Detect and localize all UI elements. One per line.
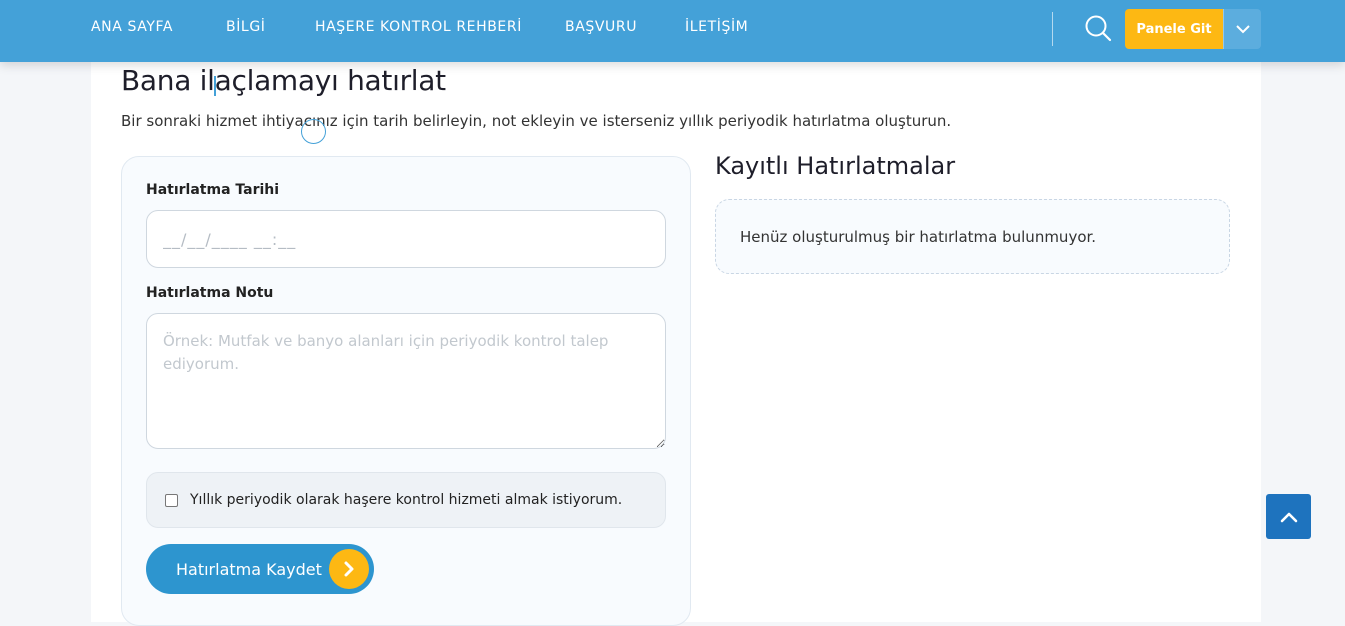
nav-divider: [1052, 12, 1053, 46]
note-field-label: Hatırlatma Notu: [146, 285, 274, 301]
date-field-label: Hatırlatma Tarihi: [146, 182, 280, 198]
top-navbar: ANA SAYFA BİLGİ HAŞERE KONTROL REHBERİ B…: [0, 0, 1345, 62]
text-cursor-icon: [214, 76, 216, 96]
page-title: Bana ilaçlamayı hatırlat: [121, 64, 446, 97]
yearly-reminder-label: Yıllık periyodik olarak haşere kontrol h…: [190, 492, 623, 508]
panel-button-group: Panele Git: [1125, 9, 1261, 49]
nav-item-contact[interactable]: İLETİŞİM: [685, 0, 748, 54]
saved-reminders-title: Kayıtlı Hatırlatmalar: [715, 152, 956, 180]
nav-item-application[interactable]: BAŞVURU: [565, 0, 637, 54]
yearly-reminder-checkbox[interactable]: [165, 493, 178, 507]
scroll-to-top-button[interactable]: [1266, 494, 1311, 539]
empty-state-text: Henüz oluşturulmuş bir hatırlatma bulunm…: [740, 227, 1097, 246]
yearly-reminder-row[interactable]: Yıllık periyodik olarak haşere kontrol h…: [146, 472, 666, 528]
nav-item-pest-guide[interactable]: HAŞERE KONTROL REHBERİ: [315, 0, 522, 54]
nav-item-home[interactable]: ANA SAYFA: [91, 0, 173, 54]
save-reminder-label: Hatırlatma Kaydet: [176, 559, 322, 579]
reminder-date-input[interactable]: [146, 210, 666, 268]
reminder-note-textarea[interactable]: [146, 313, 666, 449]
chevron-up-icon: [1280, 512, 1297, 522]
nav-item-info[interactable]: BİLGİ: [226, 0, 266, 54]
search-icon[interactable]: [1083, 13, 1113, 43]
go-to-panel-button[interactable]: Panele Git: [1125, 9, 1223, 49]
saved-reminders-empty-state: Henüz oluşturulmuş bir hatırlatma bulunm…: [715, 199, 1230, 274]
chevron-right-icon: [329, 549, 369, 589]
mouse-cursor-ring-icon: [301, 119, 326, 144]
chevron-down-icon[interactable]: [1223, 9, 1261, 49]
save-reminder-button[interactable]: Hatırlatma Kaydet: [146, 544, 374, 594]
page-subtitle: Bir sonraki hizmet ihtiyacınız için tari…: [121, 112, 952, 130]
